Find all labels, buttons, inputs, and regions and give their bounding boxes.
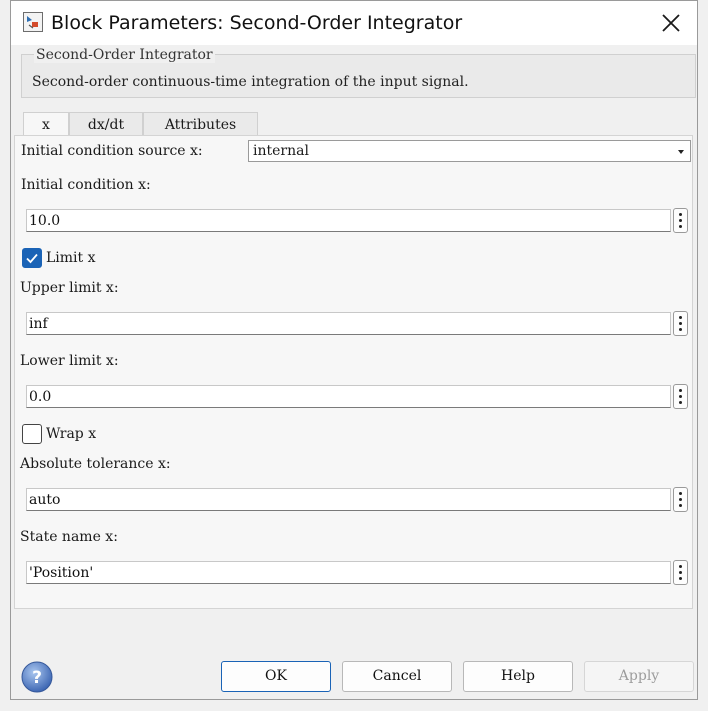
close-button[interactable] bbox=[659, 11, 683, 35]
cancel-button[interactable]: Cancel bbox=[342, 661, 452, 692]
abstol-input[interactable] bbox=[26, 488, 671, 511]
tab-panel-x: Initial condition source x: internal Ini… bbox=[14, 135, 693, 609]
ic-source-dropdown[interactable]: internal bbox=[248, 140, 691, 162]
ic-label: Initial condition x: bbox=[21, 177, 151, 193]
state-name-input[interactable] bbox=[26, 561, 671, 584]
abstol-label: Absolute tolerance x: bbox=[20, 456, 171, 472]
title-bar: Block Parameters: Second-Order Integrato… bbox=[11, 1, 697, 45]
wrap-label: Wrap x bbox=[46, 426, 97, 442]
upper-limit-options-button[interactable] bbox=[673, 311, 688, 336]
lower-limit-options-button[interactable] bbox=[673, 384, 688, 409]
wrap-checkbox[interactable] bbox=[22, 424, 42, 444]
lower-limit-input[interactable] bbox=[26, 385, 671, 408]
block-description-group: Second-Order Integrator Second-order con… bbox=[21, 47, 696, 98]
limit-checkbox[interactable] bbox=[22, 248, 42, 268]
tab-dxdt[interactable]: dx/dt bbox=[69, 112, 143, 136]
lower-limit-label: Lower limit x: bbox=[20, 353, 119, 369]
apply-button[interactable]: Apply bbox=[584, 661, 694, 692]
upper-limit-label: Upper limit x: bbox=[20, 280, 119, 296]
state-name-options-button[interactable] bbox=[673, 560, 688, 585]
checkmark-icon bbox=[26, 253, 38, 264]
ic-input[interactable] bbox=[26, 209, 671, 232]
help-button[interactable]: Help bbox=[463, 661, 573, 692]
chevron-down-icon bbox=[678, 150, 684, 154]
close-icon bbox=[662, 14, 680, 32]
block-description: Second-order continuous-time integration… bbox=[32, 74, 469, 90]
ic-source-value: internal bbox=[253, 143, 309, 159]
simulink-block-icon bbox=[23, 12, 43, 32]
state-name-label: State name x: bbox=[20, 529, 118, 545]
tab-x[interactable]: x bbox=[23, 112, 69, 137]
block-parameters-dialog: Block Parameters: Second-Order Integrato… bbox=[10, 0, 698, 700]
tab-attributes[interactable]: Attributes bbox=[143, 112, 258, 136]
upper-limit-input[interactable] bbox=[26, 312, 671, 335]
window-title: Block Parameters: Second-Order Integrato… bbox=[51, 12, 463, 34]
ic-source-label: Initial condition source x: bbox=[21, 143, 203, 159]
svg-text:?: ? bbox=[32, 668, 42, 688]
help-icon[interactable]: ? bbox=[21, 661, 53, 693]
ok-button[interactable]: OK bbox=[221, 661, 331, 692]
limit-label: Limit x bbox=[46, 250, 96, 266]
ic-options-button[interactable] bbox=[673, 208, 688, 233]
abstol-options-button[interactable] bbox=[673, 487, 688, 512]
block-name-title: Second-Order Integrator bbox=[34, 47, 215, 63]
